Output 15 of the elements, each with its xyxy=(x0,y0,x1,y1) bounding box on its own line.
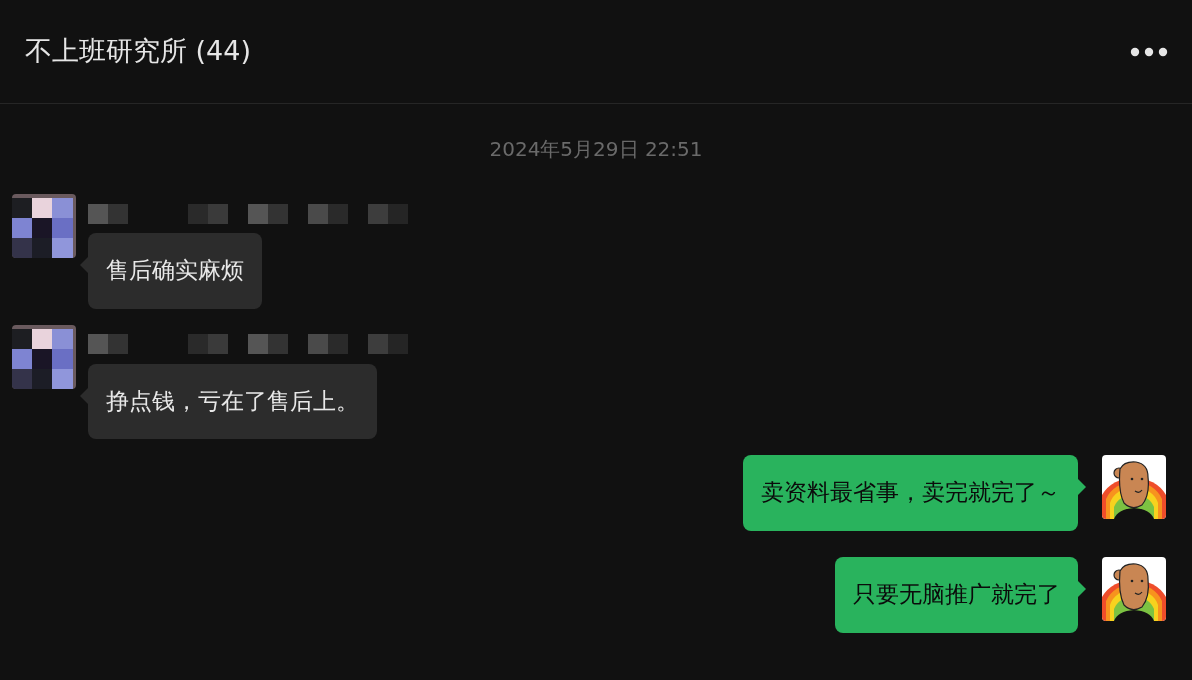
bubble-tail xyxy=(80,257,88,273)
bear-avatar-drawing[interactable] xyxy=(1102,455,1166,520)
message-bubble[interactable]: 售后确实麻烦 xyxy=(88,233,262,309)
message-bubble[interactable]: 只要无脑推广就完了 xyxy=(835,556,1078,633)
timestamp: 2024年5月29日 22:51 xyxy=(489,136,703,163)
bubble-tail xyxy=(1078,479,1086,496)
more-icon[interactable] xyxy=(1130,46,1168,57)
chat-title: 不上班研究所 (44) xyxy=(25,34,251,69)
pixelated-avatar-drawing[interactable] xyxy=(12,194,76,258)
bear-avatar-drawing[interactable] xyxy=(1102,556,1166,621)
message-bubble[interactable]: 卖资料最省事，卖完就完了～ xyxy=(743,455,1078,531)
pixelated-avatar-drawing[interactable] xyxy=(12,324,76,389)
bubble-tail xyxy=(1078,580,1086,597)
message-bubble[interactable]: 挣点钱，亏在了售后上。 xyxy=(88,363,377,440)
bubble-tail xyxy=(80,387,88,404)
